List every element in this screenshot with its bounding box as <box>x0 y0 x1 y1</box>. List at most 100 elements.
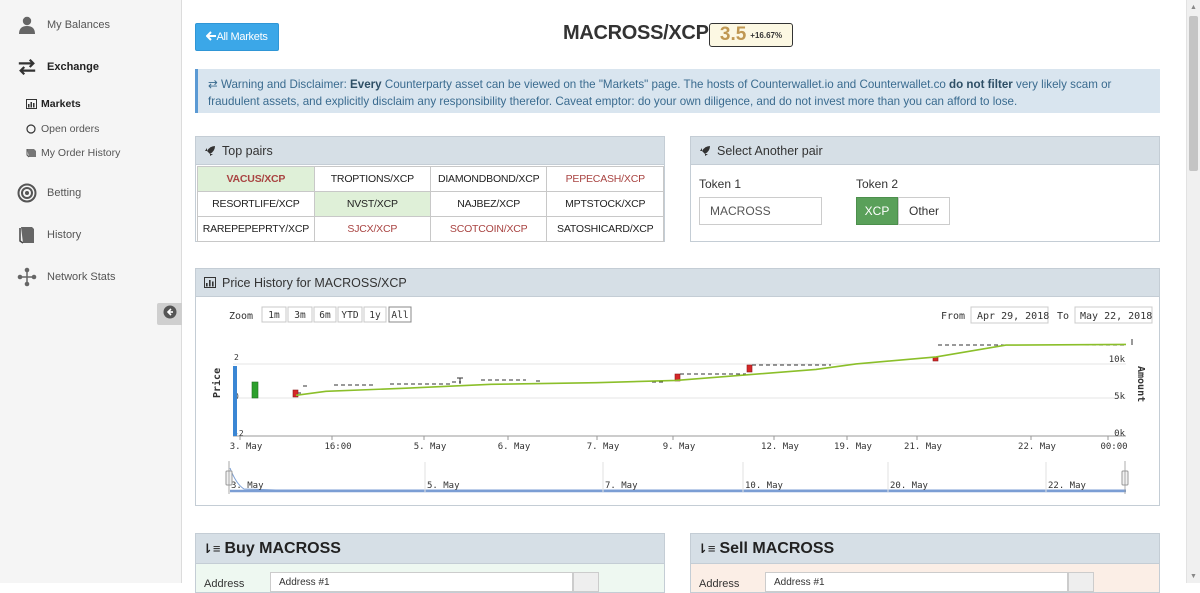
amount-axis-label: Amount <box>1135 366 1146 402</box>
nav-history[interactable]: History <box>0 220 182 250</box>
sell-title: Sell MACROSS <box>719 539 835 557</box>
candle-down <box>746 364 753 373</box>
top-pairs-table: VACUS/XCP TROPTIONS/XCP DIAMONDBOND/XCP PEP… <box>197 166 664 242</box>
nav-exchange[interactable]: Exchange <box>0 52 182 82</box>
scrollbar-thumb[interactable] <box>1189 16 1198 171</box>
token1-input[interactable] <box>699 197 822 225</box>
pair-link[interactable]: MPTSTOCK/XCP <box>546 191 664 217</box>
exchange-icon <box>17 57 37 77</box>
pair-link[interactable]: TROPTIONS/XCP <box>313 166 431 192</box>
panel-header: Select Another pair <box>691 137 1159 165</box>
price-badge: 3.5 +16.67% <box>709 23 793 47</box>
network-icon <box>17 267 37 287</box>
token1-label: Token 1 <box>699 177 742 191</box>
candle-down <box>292 389 299 398</box>
nav-label: Open orders <box>41 123 100 135</box>
nav-markets[interactable]: Markets <box>26 95 81 113</box>
nav-label: Markets <box>41 98 81 110</box>
x-tick-label: 12. May <box>761 442 800 452</box>
token2-label: Token 2 <box>856 177 899 191</box>
pair-link[interactable]: RAREPEPEPRTY/XCP <box>197 216 315 242</box>
collapse-sidebar-button[interactable] <box>157 303 182 325</box>
panel-header: ⇂≡ Sell MACROSS <box>691 534 1159 564</box>
navigator-tick-label: 20. May <box>890 481 929 491</box>
all-markets-button[interactable]: All Markets <box>195 23 279 51</box>
sidebar: My Balances Exchange Markets Open orders… <box>0 0 182 583</box>
navigator-tick-label: 10. May <box>745 481 784 491</box>
pair-link[interactable]: SATOSHICARD/XCP <box>546 216 664 242</box>
x-tick-label: 21. May <box>904 442 943 452</box>
x-tick-label: 6. May <box>498 442 531 452</box>
arrow-left-icon <box>163 305 177 324</box>
scroll-down-icon[interactable]: ▼ <box>1187 569 1200 583</box>
page-title: MACROSS/XCP <box>563 22 709 44</box>
current-price: 3.5 <box>719 24 747 45</box>
amount-tick-label: 10k <box>1109 355 1126 365</box>
nav-my-order-history[interactable]: My Order History <box>26 144 120 162</box>
pair-link[interactable]: SJCX/XCP <box>313 216 431 242</box>
zoom-option-label: 1y <box>369 310 381 321</box>
disclaimer-bold: Every <box>350 78 382 91</box>
scroll-gutter <box>1173 0 1186 583</box>
sell-panel: ⇂≡ Sell MACROSS Address Address #1 <box>690 533 1160 593</box>
dropdown-caret-icon[interactable] <box>1068 572 1094 592</box>
price-history-chart[interactable]: Zoom 1m 3m 6m YTD 1y All From Apr 29, 2018 To… <box>196 298 1159 506</box>
nav-network-stats[interactable]: Network Stats <box>0 262 182 292</box>
panel-title: Top pairs <box>222 143 273 158</box>
user-icon <box>17 15 37 35</box>
buy-panel: ⇂≡ Buy MACROSS Address Address #1 <box>195 533 665 593</box>
pairs-row: RAREPEPEPRTY/XCP SJCX/XCP SCOTCOIN/XCP SATO… <box>197 216 664 242</box>
to-label: To <box>1057 311 1069 322</box>
sell-address-select[interactable]: Address #1 <box>765 572 1068 592</box>
xcp-button[interactable]: XCP <box>856 197 898 225</box>
navigator-tick-label: 5. May <box>427 481 460 491</box>
x-tick-label: 22. May <box>1018 442 1057 452</box>
sort-icon: ⇂≡ <box>697 540 716 556</box>
circle-icon <box>26 124 38 134</box>
nav-label: History <box>47 229 82 241</box>
other-button[interactable]: Other <box>898 197 950 225</box>
buy-address-select[interactable]: Address #1 <box>270 572 573 592</box>
navigator-tick-label: 7. May <box>605 481 638 491</box>
pair-link[interactable]: VACUS/XCP <box>197 166 315 192</box>
x-tick-label: 9. May <box>663 442 696 452</box>
nav-my-balances[interactable]: My Balances <box>0 10 182 40</box>
nav-label: My Order History <box>41 147 121 159</box>
pair-link[interactable]: DIAMONDBOND/XCP <box>429 166 548 192</box>
panel-header: Price History for MACROSS/XCP <box>196 269 1159 297</box>
pair-link[interactable]: PEPECASH/XCP <box>546 166 664 192</box>
amount-series-line <box>295 343 1127 397</box>
x-tick-label: 3. May <box>230 442 263 452</box>
price-history-panel: Price History for MACROSS/XCP Zoom 1m 3m 6… <box>195 268 1160 506</box>
pair-link[interactable]: SCOTCOIN/XCP <box>429 216 548 242</box>
zoom-option-label: All <box>391 310 408 321</box>
x-tick-label: 16:00 <box>324 442 351 452</box>
zoom-option-label: 6m <box>319 310 331 321</box>
pair-link[interactable]: NAJBEZ/XCP <box>429 191 548 217</box>
chart-navigator[interactable]: 3. May 5. May 7. May 10. May 20. May 22. May <box>225 461 1129 494</box>
scroll-up-icon[interactable]: ▲ <box>1187 0 1200 14</box>
book-icon <box>17 225 37 245</box>
x-tick-label: 7. May <box>587 442 620 452</box>
disclaimer-text: Warning and Disclaimer: <box>217 78 351 91</box>
price-axis-bar <box>233 366 237 436</box>
nav-open-orders[interactable]: Open orders <box>26 120 99 138</box>
panel-header: Top pairs <box>196 137 664 165</box>
panel-title: Price History for MACROSS/XCP <box>222 275 407 290</box>
x-tick-label: 00:00 <box>1100 442 1127 452</box>
scrollbar[interactable]: ▲ ▼ <box>1186 0 1200 583</box>
navigator-tick-label: 22. May <box>1048 481 1087 491</box>
disclaimer-alert: ⇄ Warning and Disclaimer: Every Counterp… <box>195 69 1160 113</box>
nav-betting[interactable]: Betting <box>0 178 182 208</box>
nav-label: Betting <box>47 187 82 199</box>
price-tick-label: 2 <box>234 353 239 362</box>
from-label: From <box>941 311 965 322</box>
pair-link[interactable]: RESORTLIFE/XCP <box>197 191 315 217</box>
dropdown-caret-icon[interactable] <box>573 572 599 592</box>
address-label: Address <box>699 578 740 590</box>
rocket-icon <box>204 145 216 157</box>
amount-tick-label: 5k <box>1114 392 1125 402</box>
nav-label: Exchange <box>47 61 99 73</box>
exchange-icon: ⇄ <box>208 78 218 91</box>
pair-link[interactable]: NVST/XCP <box>313 191 431 217</box>
